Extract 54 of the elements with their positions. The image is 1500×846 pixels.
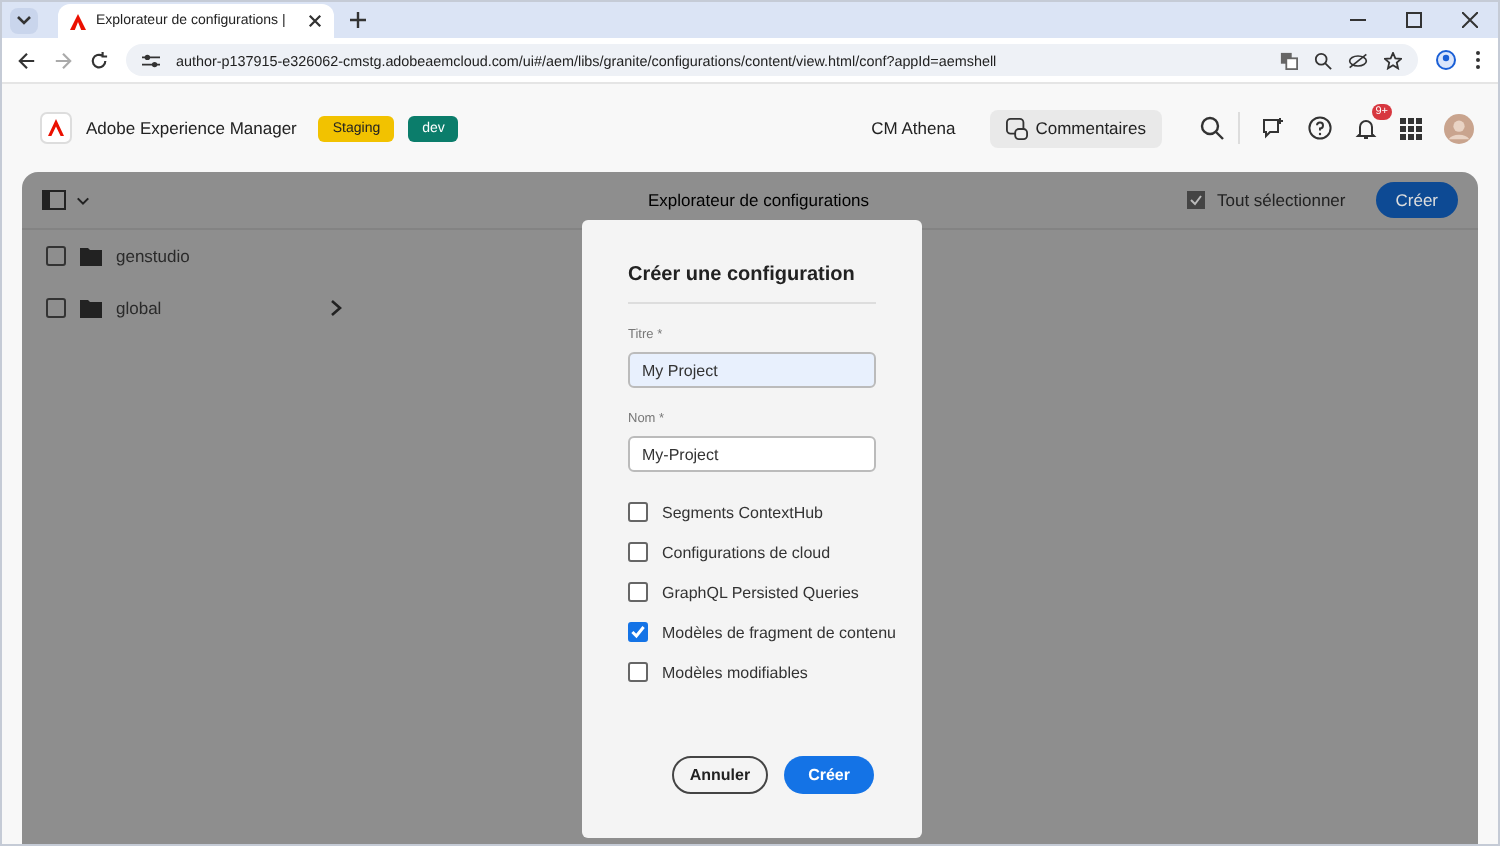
chevron-down-icon[interactable] bbox=[76, 193, 90, 207]
checkbox-label: GraphQL Persisted Queries bbox=[662, 583, 859, 601]
select-all-button[interactable]: Tout sélectionner bbox=[1186, 190, 1346, 210]
chevron-right-icon[interactable] bbox=[330, 300, 342, 316]
checkbox[interactable] bbox=[628, 662, 648, 682]
checkbox[interactable] bbox=[46, 298, 66, 318]
text-field[interactable]: My Project bbox=[628, 352, 876, 388]
chevron-down-icon bbox=[16, 12, 32, 28]
reload-icon[interactable] bbox=[90, 51, 108, 69]
sidebar-icon[interactable] bbox=[42, 190, 66, 210]
more-icon[interactable] bbox=[1474, 50, 1482, 70]
checkbox-icon bbox=[1186, 190, 1207, 210]
organization-name[interactable]: CM Athena bbox=[871, 118, 956, 138]
create-button[interactable]: Créer bbox=[784, 756, 874, 794]
logo-icon bbox=[70, 13, 86, 29]
checkbox[interactable] bbox=[46, 246, 66, 266]
eye-off-icon[interactable] bbox=[1348, 51, 1368, 69]
text-field[interactable]: My-Project bbox=[628, 436, 876, 472]
profile-icon[interactable] bbox=[1436, 50, 1456, 70]
feedback-button[interactable]: Commentaires bbox=[989, 109, 1162, 147]
checkbox[interactable] bbox=[628, 622, 648, 642]
create-button[interactable]: Créer bbox=[1375, 182, 1459, 218]
checkbox[interactable] bbox=[628, 502, 648, 522]
chat-icon bbox=[1005, 117, 1028, 139]
app-name: Adobe Experience Manager bbox=[86, 118, 297, 138]
tab-list-button[interactable] bbox=[10, 7, 38, 33]
checkbox[interactable] bbox=[628, 542, 648, 562]
star-icon[interactable] bbox=[1384, 51, 1402, 69]
bell-icon[interactable] bbox=[1354, 116, 1378, 140]
maximize-icon[interactable] bbox=[1406, 12, 1422, 28]
zoom-icon[interactable] bbox=[1314, 51, 1332, 69]
cancel-button[interactable]: Annuler bbox=[671, 756, 769, 794]
checkbox[interactable] bbox=[628, 582, 648, 602]
chat-icon[interactable] bbox=[1262, 116, 1286, 140]
folder-icon bbox=[80, 299, 102, 317]
dialog-title: Créer une configuration bbox=[628, 264, 857, 286]
logo-icon bbox=[40, 112, 72, 144]
page-title: Explorateur de configurations bbox=[647, 190, 870, 210]
apps-grid-icon[interactable] bbox=[1400, 117, 1422, 139]
close-icon[interactable] bbox=[1462, 12, 1478, 28]
help-icon[interactable] bbox=[1308, 116, 1332, 140]
folder-name[interactable]: global bbox=[116, 298, 316, 318]
search-icon[interactable] bbox=[1200, 116, 1224, 140]
translate-icon[interactable] bbox=[1280, 51, 1298, 69]
checkbox-label: Modèles de fragment de contenu bbox=[662, 623, 896, 641]
tune-icon[interactable] bbox=[142, 51, 160, 69]
close-icon[interactable] bbox=[308, 14, 322, 28]
checkbox-label: Modèles modifiables bbox=[662, 663, 808, 681]
checkbox-label: Segments ContextHub bbox=[662, 503, 823, 521]
checkbox-label: Configurations de cloud bbox=[662, 543, 831, 561]
new-tab-icon[interactable] bbox=[350, 12, 366, 28]
folder-icon bbox=[80, 247, 102, 265]
folder-name[interactable]: genstudio bbox=[116, 246, 316, 266]
back-icon[interactable] bbox=[18, 51, 36, 69]
